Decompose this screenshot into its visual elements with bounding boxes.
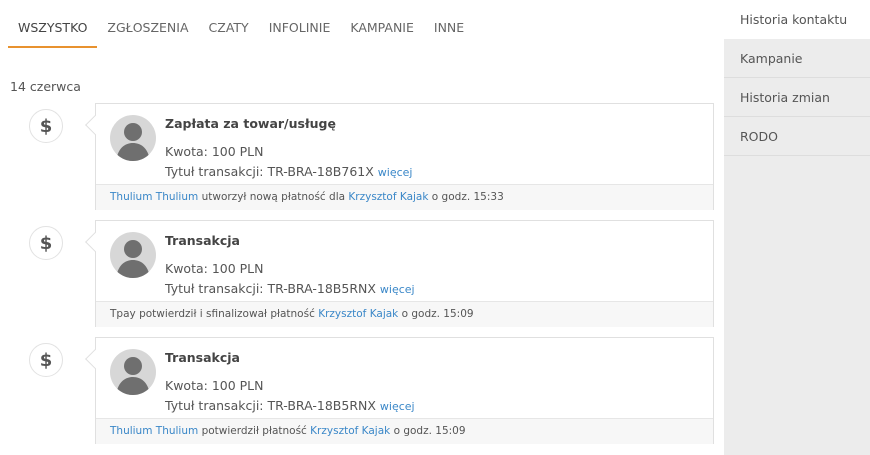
card-body: Transakcja Kwota: 100 PLN Tytuł transakc… <box>165 350 703 417</box>
card-footer: Thulium Thulium potwierdził płatność Krz… <box>96 418 713 444</box>
payment-card: Zapłata za towar/usługę Kwota: 100 PLN T… <box>85 103 714 210</box>
avatar <box>110 115 156 161</box>
dollar-icon: $ <box>29 109 63 143</box>
side-item-rodo[interactable]: RODO <box>724 117 870 156</box>
card-body: Transakcja Kwota: 100 PLN Tytuł transakc… <box>165 233 703 300</box>
dollar-icon: $ <box>29 343 63 377</box>
avatar <box>110 349 156 395</box>
side-item-kampanie[interactable]: Kampanie <box>724 39 870 78</box>
timeline-entry: $ Transakcja Kwota: 100 PLN Tytuł transa… <box>0 220 715 337</box>
side-menu: Historia kontaktu Kampanie Historia zmia… <box>724 0 870 455</box>
footer-time: o godz. 15:33 <box>431 191 504 203</box>
card-title: Transakcja <box>165 350 240 365</box>
tab-wszystko[interactable]: WSZYSTKO <box>8 0 98 48</box>
card-pointer <box>85 115 105 135</box>
transaction-line: Tytuł transakcji: TR-BRA-18B5RNX więcej <box>165 279 703 300</box>
transaction-line: Tytuł transakcji: TR-BRA-18B5RNX więcej <box>165 396 703 417</box>
timeline: $ Zapłata za towar/usługę Kwota: 100 PLN… <box>0 103 715 454</box>
footer-text: utworzył nową płatność dla <box>201 191 346 203</box>
tab-zgloszenia[interactable]: ZGŁOSZENIA <box>97 0 198 48</box>
client-link[interactable]: Krzysztof Kajak <box>348 191 428 203</box>
footer-text: Tpay potwierdził i sfinalizował płatność <box>110 308 315 320</box>
card-title: Transakcja <box>165 233 240 248</box>
client-link[interactable]: Krzysztof Kajak <box>310 425 390 437</box>
tab-kampanie[interactable]: KAMPANIE <box>340 0 424 48</box>
transaction-text: Tytuł transakcji: TR-BRA-18B5RNX <box>165 398 376 413</box>
side-item-historia-zmian[interactable]: Historia zmian <box>724 78 870 117</box>
footer-time: o godz. 15:09 <box>393 425 466 437</box>
payment-card: Transakcja Kwota: 100 PLN Tytuł transakc… <box>85 220 714 327</box>
more-link[interactable]: więcej <box>380 400 415 413</box>
actor-link[interactable]: Thulium Thulium <box>110 191 198 203</box>
card-body: Zapłata za towar/usługę Kwota: 100 PLN T… <box>165 116 703 183</box>
tab-czaty[interactable]: CZATY <box>199 0 259 48</box>
footer-text: potwierdził płatność <box>201 425 307 437</box>
dollar-icon: $ <box>29 226 63 260</box>
card-footer: Thulium Thulium utworzył nową płatność d… <box>96 184 713 210</box>
card-pointer <box>85 232 105 252</box>
card-pointer <box>85 349 105 369</box>
amount-text: Kwota: 100 PLN <box>165 261 264 276</box>
transaction-line: Tytuł transakcji: TR-BRA-18B761X więcej <box>165 162 703 183</box>
tab-infolinie[interactable]: INFOLINIE <box>259 0 341 48</box>
side-item-historia-kontaktu[interactable]: Historia kontaktu <box>724 0 870 39</box>
tab-inne[interactable]: INNE <box>424 0 474 48</box>
date-heading: 14 czerwca <box>10 79 81 94</box>
timeline-entry: $ Zapłata za towar/usługę Kwota: 100 PLN… <box>0 103 715 220</box>
transaction-text: Tytuł transakcji: TR-BRA-18B761X <box>165 164 374 179</box>
tab-bar: WSZYSTKO ZGŁOSZENIA CZATY INFOLINIE KAMP… <box>8 0 474 48</box>
more-link[interactable]: więcej <box>380 283 415 296</box>
more-link[interactable]: więcej <box>378 166 413 179</box>
amount-text: Kwota: 100 PLN <box>165 144 264 159</box>
transaction-text: Tytuł transakcji: TR-BRA-18B5RNX <box>165 281 376 296</box>
payment-card: Transakcja Kwota: 100 PLN Tytuł transakc… <box>85 337 714 444</box>
amount-text: Kwota: 100 PLN <box>165 378 264 393</box>
timeline-entry: $ Transakcja Kwota: 100 PLN Tytuł transa… <box>0 337 715 454</box>
footer-time: o godz. 15:09 <box>401 308 474 320</box>
card-footer: Tpay potwierdził i sfinalizował płatność… <box>96 301 713 327</box>
avatar <box>110 232 156 278</box>
client-link[interactable]: Krzysztof Kajak <box>318 308 398 320</box>
actor-link[interactable]: Thulium Thulium <box>110 425 198 437</box>
card-title: Zapłata za towar/usługę <box>165 116 336 131</box>
